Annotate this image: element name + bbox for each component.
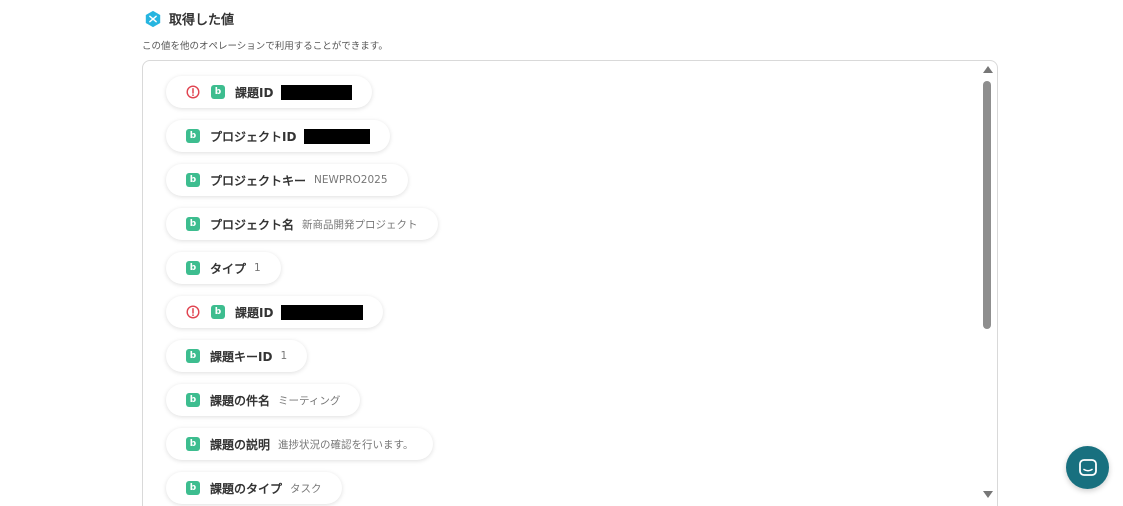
backlog-icon: b <box>186 261 200 275</box>
chip-label: 課題の説明 <box>210 437 271 452</box>
backlog-icon: b <box>211 305 225 319</box>
value-chip[interactable]: b プロジェクト名 新商品開発プロジェクト <box>166 208 438 240</box>
scroll-down-arrow-icon[interactable] <box>983 491 993 498</box>
chip-value: タスク <box>290 482 322 495</box>
chip-label: 課題の件名 <box>210 393 271 408</box>
value-chip[interactable]: b タイプ 1 <box>166 252 281 284</box>
chip-label: プロジェクトID <box>210 129 297 144</box>
backlog-icon: b <box>186 173 200 187</box>
scrollbar[interactable] <box>979 61 997 506</box>
chip-value: ミーティング <box>278 394 341 407</box>
chip-label: プロジェクト名 <box>210 217 295 232</box>
value-chip[interactable]: b 課題ID <box>166 296 384 328</box>
scroll-up-arrow-icon[interactable] <box>983 66 993 73</box>
chip-label: 課題ID <box>235 305 274 320</box>
chip-value: NEWPRO2025 <box>314 174 388 186</box>
values-panel: b 課題ID b プロジェクトID b プロジェクトキー NEWPRO2025 b プロジェクト… <box>142 60 998 506</box>
redacted-value <box>281 84 353 100</box>
chip-value: 1 <box>280 350 288 362</box>
backlog-icon: b <box>186 129 200 143</box>
chip-label: プロジェクトキー <box>210 173 307 188</box>
warning-circle-icon <box>186 85 200 99</box>
value-chip-list: b 課題ID b プロジェクトID b プロジェクトキー NEWPRO2025 b プロジェクト… <box>166 76 438 504</box>
chip-label: 課題ID <box>235 85 274 100</box>
backlog-icon: b <box>186 437 200 451</box>
chip-value: 新商品開発プロジェクト <box>302 218 418 231</box>
chat-launcher-button[interactable] <box>1066 446 1109 489</box>
chip-value: 進捗状況の確認を行います。 <box>278 438 414 451</box>
value-chip[interactable]: b 課題ID <box>166 76 373 108</box>
section-title: 取得した値 <box>169 13 235 28</box>
value-chip[interactable]: b 課題の件名 ミーティング <box>166 384 361 416</box>
chip-value: 1 <box>254 262 261 274</box>
backlog-icon: b <box>211 85 225 99</box>
section-header: 取得した値 <box>144 9 234 28</box>
value-chip[interactable]: b 課題キーID 1 <box>166 340 308 372</box>
redacted-value <box>304 128 371 144</box>
yoom-hex-icon <box>145 10 161 27</box>
redacted-value <box>281 304 364 320</box>
page: 取得した値 この値を他のオペレーションで利用することができます。 b 課題ID b プ… <box>0 0 1123 506</box>
chip-label: タイプ <box>210 261 247 276</box>
value-chip[interactable]: b プロジェクトID <box>166 120 391 152</box>
backlog-icon: b <box>186 481 200 495</box>
value-chip[interactable]: b 課題の説明 進捗状況の確認を行います。 <box>166 428 434 460</box>
chat-icon <box>1078 458 1097 476</box>
value-chip[interactable]: b プロジェクトキー NEWPRO2025 <box>166 164 408 196</box>
backlog-icon: b <box>186 217 200 231</box>
warning-circle-icon <box>186 305 200 319</box>
scrollbar-thumb[interactable] <box>983 81 991 329</box>
chip-label: 課題のタイプ <box>210 481 283 496</box>
chip-label: 課題キーID <box>210 349 273 364</box>
backlog-icon: b <box>186 393 200 407</box>
backlog-icon: b <box>186 349 200 363</box>
value-chip[interactable]: b 課題のタイプ タスク <box>166 472 342 504</box>
section-subtitle: この値を他のオペレーションで利用することができます。 <box>142 41 388 52</box>
